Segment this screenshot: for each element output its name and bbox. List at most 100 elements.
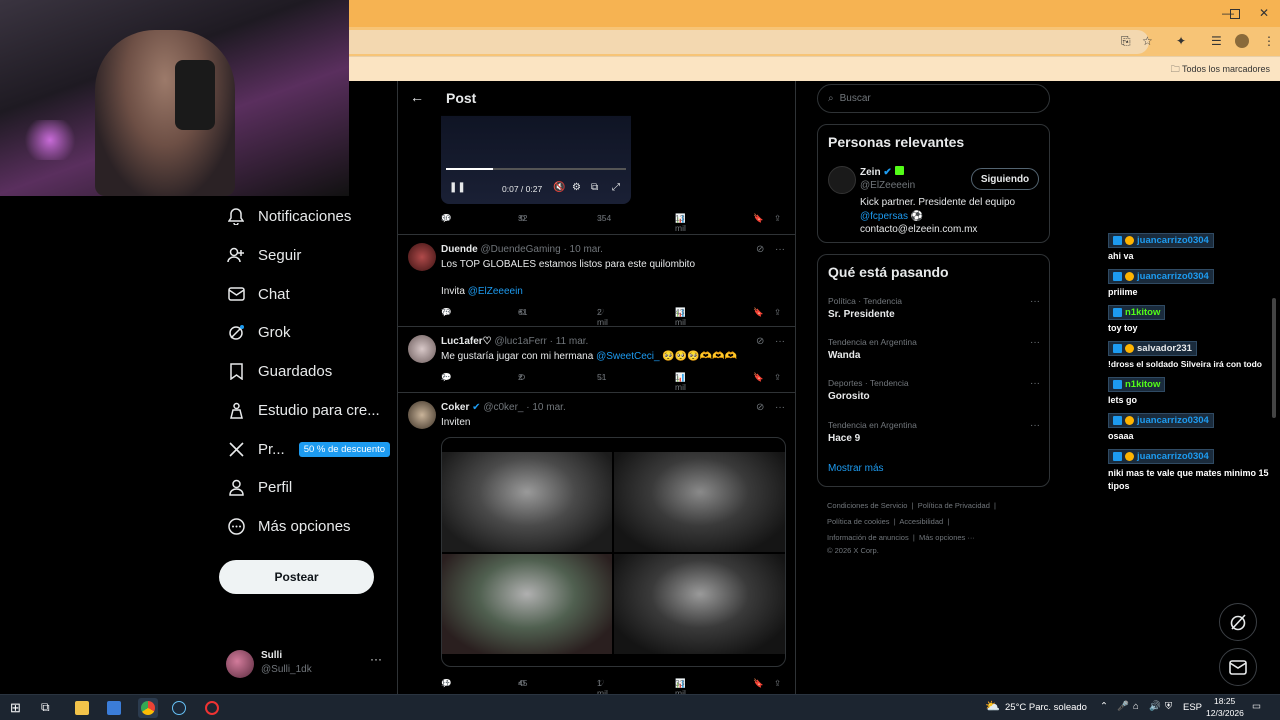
mention-link[interactable]: @ElZeeeein <box>468 286 523 297</box>
calculator-icon[interactable] <box>107 701 121 715</box>
notifications-icon[interactable]: ▭ <box>1252 701 1261 712</box>
video-progress-track[interactable] <box>446 168 626 170</box>
show-more-link[interactable]: Mostrar más <box>828 463 884 474</box>
views-button[interactable]: 📊 13 mil <box>675 213 686 233</box>
like-button[interactable]: ♡ 2 mil <box>597 307 608 327</box>
share-icon[interactable]: ⇪ <box>774 307 781 318</box>
grok-floating-button[interactable] <box>1219 603 1257 641</box>
views-button[interactable]: 📊 1 mil <box>675 372 686 392</box>
repost-button[interactable]: ⟲ 2 <box>518 372 525 383</box>
microphone-icon[interactable]: 🎤 <box>1117 701 1129 712</box>
messages-floating-button[interactable] <box>1219 648 1257 686</box>
tweet-more-icon[interactable]: ··· <box>775 244 785 255</box>
author-name[interactable]: Duende <box>441 244 478 255</box>
bio-mention-link[interactable]: @fcpersas <box>860 211 908 222</box>
fullscreen-icon[interactable]: ⤢ <box>612 182 620 193</box>
repost-button[interactable]: ⟲ 45 <box>518 678 527 689</box>
install-icon[interactable]: ⎘ <box>1121 34 1131 49</box>
clock-time[interactable]: 18:25 <box>1214 696 1235 706</box>
tweet[interactable]: Coker ✔ @c0ker_ · 10 mar. ⊘ ··· Inviten … <box>398 393 795 694</box>
trend-more-icon[interactable]: ··· <box>1030 420 1040 431</box>
repost-button[interactable]: ⟲ 61 <box>518 307 527 318</box>
reply-button[interactable]: 💬 2 <box>441 372 452 383</box>
footer-more-link[interactable]: Más opciones ··· <box>919 533 975 542</box>
extensions-icon[interactable]: ✦ <box>1176 34 1186 48</box>
media-grid[interactable] <box>441 437 786 667</box>
nav-notifications[interactable]: Notificaciones <box>226 199 351 233</box>
mention-link[interactable]: @SweetCeci_ <box>596 351 660 362</box>
search-input[interactable]: ⌕ Buscar <box>817 84 1050 113</box>
tweet-more-icon[interactable]: ··· <box>775 402 785 413</box>
pip-icon[interactable]: ⧉ <box>591 182 598 193</box>
trend-item[interactable]: Política · Tendencia Sr. Presidente ··· <box>828 296 1040 320</box>
profile-avatar[interactable] <box>1235 34 1249 48</box>
menu-icon[interactable]: ⋮ <box>1263 34 1275 48</box>
views-button[interactable]: 📊 33 mil <box>675 678 686 694</box>
obs-icon[interactable] <box>205 701 219 715</box>
reply-button[interactable]: 💬 30 <box>441 213 452 224</box>
nav-chat[interactable]: Chat <box>226 277 290 311</box>
media-image[interactable] <box>614 452 785 552</box>
like-button[interactable]: ♡ 354 <box>597 213 611 224</box>
accessibility-link[interactable]: Accesibilidad <box>899 517 943 526</box>
all-bookmarks[interactable]: 🗀 Todos los marcadores <box>1171 62 1270 78</box>
weather-icon[interactable]: ⛅ <box>985 699 1000 713</box>
trend-item[interactable]: Tendencia en Argentina Hace 9 ··· <box>828 420 1040 444</box>
author-name[interactable]: Luc1afer♡ <box>441 336 492 347</box>
share-icon[interactable]: ⇪ <box>774 372 781 383</box>
reply-button[interactable]: 💬 11 <box>441 678 452 689</box>
author-name[interactable]: Coker <box>441 402 469 413</box>
language-indicator[interactable]: ESP <box>1183 702 1202 713</box>
views-button[interactable]: 📊 43 mil <box>675 307 686 327</box>
trend-item[interactable]: Deportes · Tendencia Gorosito ··· <box>828 378 1040 402</box>
windows-start-icon[interactable]: ⊞ <box>10 700 24 715</box>
nav-profile[interactable]: Perfil <box>226 470 292 504</box>
bookmark-icon[interactable]: 🔖 <box>753 372 764 383</box>
video-player[interactable]: ❚❚ 0:07 / 0:27 🔇 ⚙ ⧉ ⤢ <box>441 115 631 204</box>
reading-list-icon[interactable]: ☰ <box>1211 34 1222 48</box>
volume-icon[interactable]: 🔊 <box>1149 701 1161 712</box>
mute-icon[interactable]: 🔇 <box>553 182 565 193</box>
avatar[interactable] <box>408 401 436 429</box>
security-icon[interactable]: ⛨ <box>1165 701 1172 712</box>
clock-date[interactable]: 12/3/2026 <box>1206 708 1244 718</box>
like-button[interactable]: ♡ 51 <box>597 372 606 383</box>
tweet[interactable]: Luc1afer♡ @luc1aFerr · 11 mar. ⊘ ··· Me … <box>398 327 795 393</box>
author-handle[interactable]: @DuendeGaming <box>480 244 560 255</box>
tweet[interactable]: Duende @DuendeGaming · 10 mar. ⊘ ··· Los… <box>398 235 795 327</box>
bookmark-icon[interactable]: 🔖 <box>753 678 764 689</box>
reply-button[interactable]: 💬 73 <box>441 307 452 318</box>
relevant-name-row[interactable]: Zein ✔ <box>860 166 904 178</box>
ads-info-link[interactable]: Información de anuncios <box>827 533 909 542</box>
nav-grok[interactable]: Grok <box>226 315 291 349</box>
grok-explain-icon[interactable]: ⊘ <box>756 336 764 347</box>
following-button[interactable]: Siguiendo <box>971 168 1039 190</box>
cookies-link[interactable]: Política de cookies <box>827 517 890 526</box>
pause-icon[interactable]: ❚❚ <box>449 182 466 193</box>
account-more-icon[interactable]: ··· <box>370 652 382 666</box>
privacy-link[interactable]: Política de Privacidad <box>918 501 990 510</box>
account-switcher[interactable]: Sulli @Sulli_1dk ··· <box>226 648 386 682</box>
tweet-more-icon[interactable]: ··· <box>775 336 785 347</box>
address-bar[interactable] <box>349 30 1149 54</box>
trend-more-icon[interactable]: ··· <box>1030 296 1040 307</box>
task-view-icon[interactable]: ⧉ <box>41 700 55 714</box>
trend-more-icon[interactable]: ··· <box>1030 378 1040 389</box>
avatar[interactable] <box>828 166 856 194</box>
media-image[interactable] <box>442 452 612 552</box>
weather-text[interactable]: 25°C Parc. soleado <box>1005 702 1087 713</box>
page-scrollbar[interactable] <box>1272 298 1276 418</box>
network-icon[interactable]: ⌂ <box>1133 701 1139 712</box>
file-explorer-icon[interactable] <box>75 701 89 715</box>
nav-follow[interactable]: Seguir <box>226 238 301 272</box>
nav-premium[interactable]: Pr... 50 % de descuento <box>226 432 391 466</box>
bookmark-icon[interactable]: 🔖 <box>753 213 764 224</box>
author-handle[interactable]: @luc1aFerr <box>494 336 546 347</box>
chrome-taskbar-button[interactable] <box>138 698 158 718</box>
post-button[interactable]: Postear <box>219 560 374 594</box>
share-icon[interactable]: ⇪ <box>774 213 781 224</box>
tray-expand-icon[interactable]: ⌃ <box>1100 701 1108 712</box>
steam-icon[interactable] <box>172 701 186 715</box>
terms-link[interactable]: Condiciones de Servicio <box>827 501 907 510</box>
author-handle[interactable]: @c0ker_ <box>483 402 523 413</box>
